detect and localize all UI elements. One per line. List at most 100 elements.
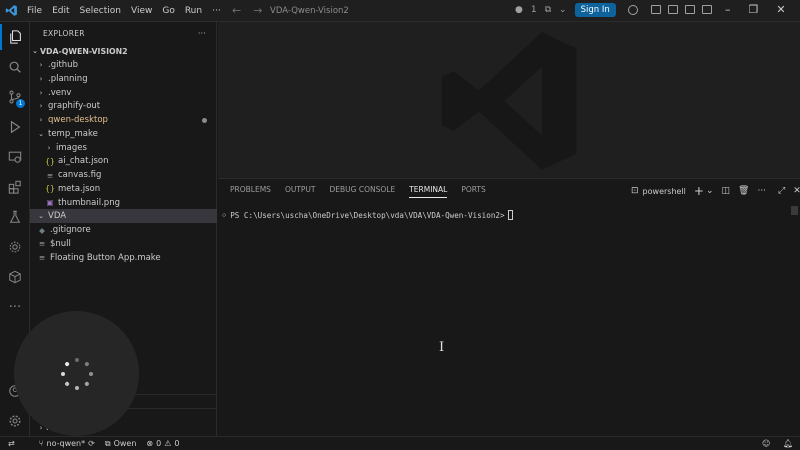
tree-item[interactable]: › .planning: [30, 72, 217, 86]
trash-icon[interactable]: 🗑: [738, 186, 749, 196]
terminal-prompt-text: PS C:\Users\uscha\OneDrive\Desktop\vda\V…: [230, 210, 505, 220]
explorer-icon[interactable]: [0, 24, 30, 50]
tree-item[interactable]: › .venv: [30, 86, 217, 100]
notifications-bell-icon[interactable]: 🔔︎: [783, 439, 793, 448]
account-name: Owen: [113, 439, 137, 448]
warning-icon: ⚠: [164, 439, 172, 448]
explorer-more-icon[interactable]: ···: [198, 29, 206, 38]
search-icon[interactable]: [0, 54, 30, 80]
copilot-icon[interactable]: ⧉: [545, 5, 551, 15]
split-terminal-icon[interactable]: ◫: [722, 186, 731, 196]
toggle-panel-icon[interactable]: [685, 5, 695, 14]
chevron-down-icon[interactable]: ⌄: [559, 5, 567, 15]
notification-count: 1: [530, 5, 537, 15]
terminal-prompt-line[interactable]: ◇ PS C:\Users\uscha\OneDrive\Desktop\vda…: [222, 210, 513, 220]
explorer-title: EXPLORER: [43, 28, 85, 38]
workspace-root[interactable]: ⌄ VDA-QWEN-VISION2: [30, 44, 217, 58]
accounts-icon[interactable]: [628, 5, 638, 15]
branch-item[interactable]: ⑂ no-qwen* ⟳: [39, 439, 95, 448]
tree-item[interactable]: {} meta.json: [30, 182, 217, 196]
chevron-right-icon: ›: [39, 74, 43, 83]
back-arrow-icon[interactable]: ←: [232, 4, 241, 17]
notification-dot-icon[interactable]: ●: [515, 5, 523, 15]
menu-run[interactable]: Run: [180, 6, 207, 16]
command-center-search[interactable]: VDA-Qwen-Vision2: [264, 4, 504, 18]
tab-debug-console[interactable]: DEBUG CONSOLE: [330, 185, 396, 198]
editor-area[interactable]: [218, 22, 800, 178]
prompt-decoration-icon: ◇: [222, 211, 227, 219]
run-debug-icon[interactable]: [0, 114, 30, 140]
navigation-arrows: ← →: [232, 4, 262, 17]
testing-flask-icon[interactable]: [0, 204, 30, 230]
terminal-scrollbar[interactable]: [791, 206, 798, 215]
warning-count: 0: [174, 439, 180, 448]
close-panel-icon[interactable]: ✕: [793, 186, 800, 196]
toggle-primary-sidebar-icon[interactable]: [668, 5, 678, 14]
tree-item[interactable]: › graphify-out: [30, 99, 217, 113]
remote-indicator-icon[interactable]: ⇄: [8, 439, 15, 448]
gear-extension-icon[interactable]: [0, 234, 30, 260]
tree-item[interactable]: {} ai_chat.json: [30, 154, 217, 168]
remote-explorer-icon[interactable]: [0, 144, 30, 170]
menu-file[interactable]: File: [22, 6, 47, 16]
tree-item[interactable]: ≡ $null: [30, 237, 217, 251]
spinner-dot: [64, 361, 70, 367]
image-file-icon: ▣: [46, 198, 54, 207]
toggle-secondary-sidebar-icon[interactable]: [702, 5, 712, 14]
panel-actions: ⊡ powershell + ⌄ ◫ 🗑 ··· ⤢ ✕: [631, 184, 800, 198]
sign-in-button[interactable]: Sign In: [574, 3, 616, 17]
close-icon[interactable]: ✕: [776, 3, 785, 16]
tree-item[interactable]: ⌄ VDA: [30, 209, 217, 224]
new-terminal-plus-icon[interactable]: +: [694, 184, 704, 198]
customize-layout-icon[interactable]: [651, 5, 661, 14]
tree-item[interactable]: › .github: [30, 58, 217, 72]
spinner-dot: [89, 372, 93, 376]
sync-icon: ⟳: [88, 439, 95, 448]
tree-item[interactable]: › images: [30, 141, 217, 155]
source-control-icon[interactable]: 1: [0, 84, 30, 110]
forward-arrow-icon[interactable]: →: [253, 4, 262, 17]
branch-name: no-qwen*: [46, 439, 86, 448]
chevron-down-icon[interactable]: ⌄: [706, 186, 714, 196]
tree-item[interactable]: ⌄ temp_make: [30, 127, 217, 141]
tree-item[interactable]: ≡ Floating Button App.make: [30, 251, 217, 265]
chevron-right-icon: ›: [47, 143, 51, 152]
menu-more[interactable]: ···: [207, 6, 226, 16]
panel-tabs: PROBLEMS OUTPUT DEBUG CONSOLE TERMINAL P…: [230, 185, 486, 198]
tree-item-label: VDA: [48, 211, 67, 222]
terminal-panel: PROBLEMS OUTPUT DEBUG CONSOLE TERMINAL P…: [218, 178, 800, 436]
terminal-shell-label[interactable]: powershell: [643, 187, 686, 196]
tree-item[interactable]: ◆ .gitignore: [30, 223, 217, 237]
workspace-root-label: VDA-QWEN-VISION2: [40, 46, 128, 56]
copilot-status-icon[interactable]: ☺: [762, 439, 770, 448]
tree-item[interactable]: ▣ thumbnail.png: [30, 196, 217, 210]
extensions-icon[interactable]: [0, 174, 30, 200]
tab-output[interactable]: OUTPUT: [285, 185, 316, 198]
branch-icon: ⑂: [38, 439, 44, 448]
menu-edit[interactable]: Edit: [47, 6, 74, 16]
tree-item[interactable]: › qwen-desktop: [30, 113, 217, 127]
tree-item-label: canvas.fig: [58, 170, 102, 180]
menu-selection[interactable]: Selection: [75, 6, 126, 16]
more-views-icon[interactable]: ···: [0, 294, 30, 320]
maximize-panel-icon[interactable]: ⤢: [778, 186, 785, 196]
tree-item-label: $null: [50, 238, 71, 249]
tree-item[interactable]: ≡ canvas.fig: [30, 168, 217, 182]
layout-controls: [628, 5, 712, 15]
more-actions-icon[interactable]: ···: [757, 186, 766, 196]
manage-gear-icon[interactable]: [0, 408, 30, 434]
restore-icon[interactable]: ❐: [749, 3, 759, 16]
tab-ports[interactable]: PORTS: [461, 185, 485, 198]
tab-terminal[interactable]: TERMINAL: [409, 185, 448, 198]
account-item[interactable]: ⧉ Owen: [105, 439, 137, 449]
error-icon: ⊗: [146, 439, 154, 448]
tab-problems[interactable]: PROBLEMS: [230, 185, 271, 198]
menu-view[interactable]: View: [126, 6, 157, 16]
vscode-logo-icon[interactable]: [0, 0, 22, 22]
title-bar: File Edit Selection View Go Run ··· ← → …: [0, 0, 800, 22]
package-box-icon[interactable]: [0, 264, 30, 290]
chevron-down-icon: ⌄: [38, 212, 44, 221]
menu-go[interactable]: Go: [157, 6, 179, 16]
problems-item[interactable]: ⊗ 0 ⚠ 0: [146, 439, 179, 448]
minimize-icon[interactable]: –: [725, 3, 731, 16]
